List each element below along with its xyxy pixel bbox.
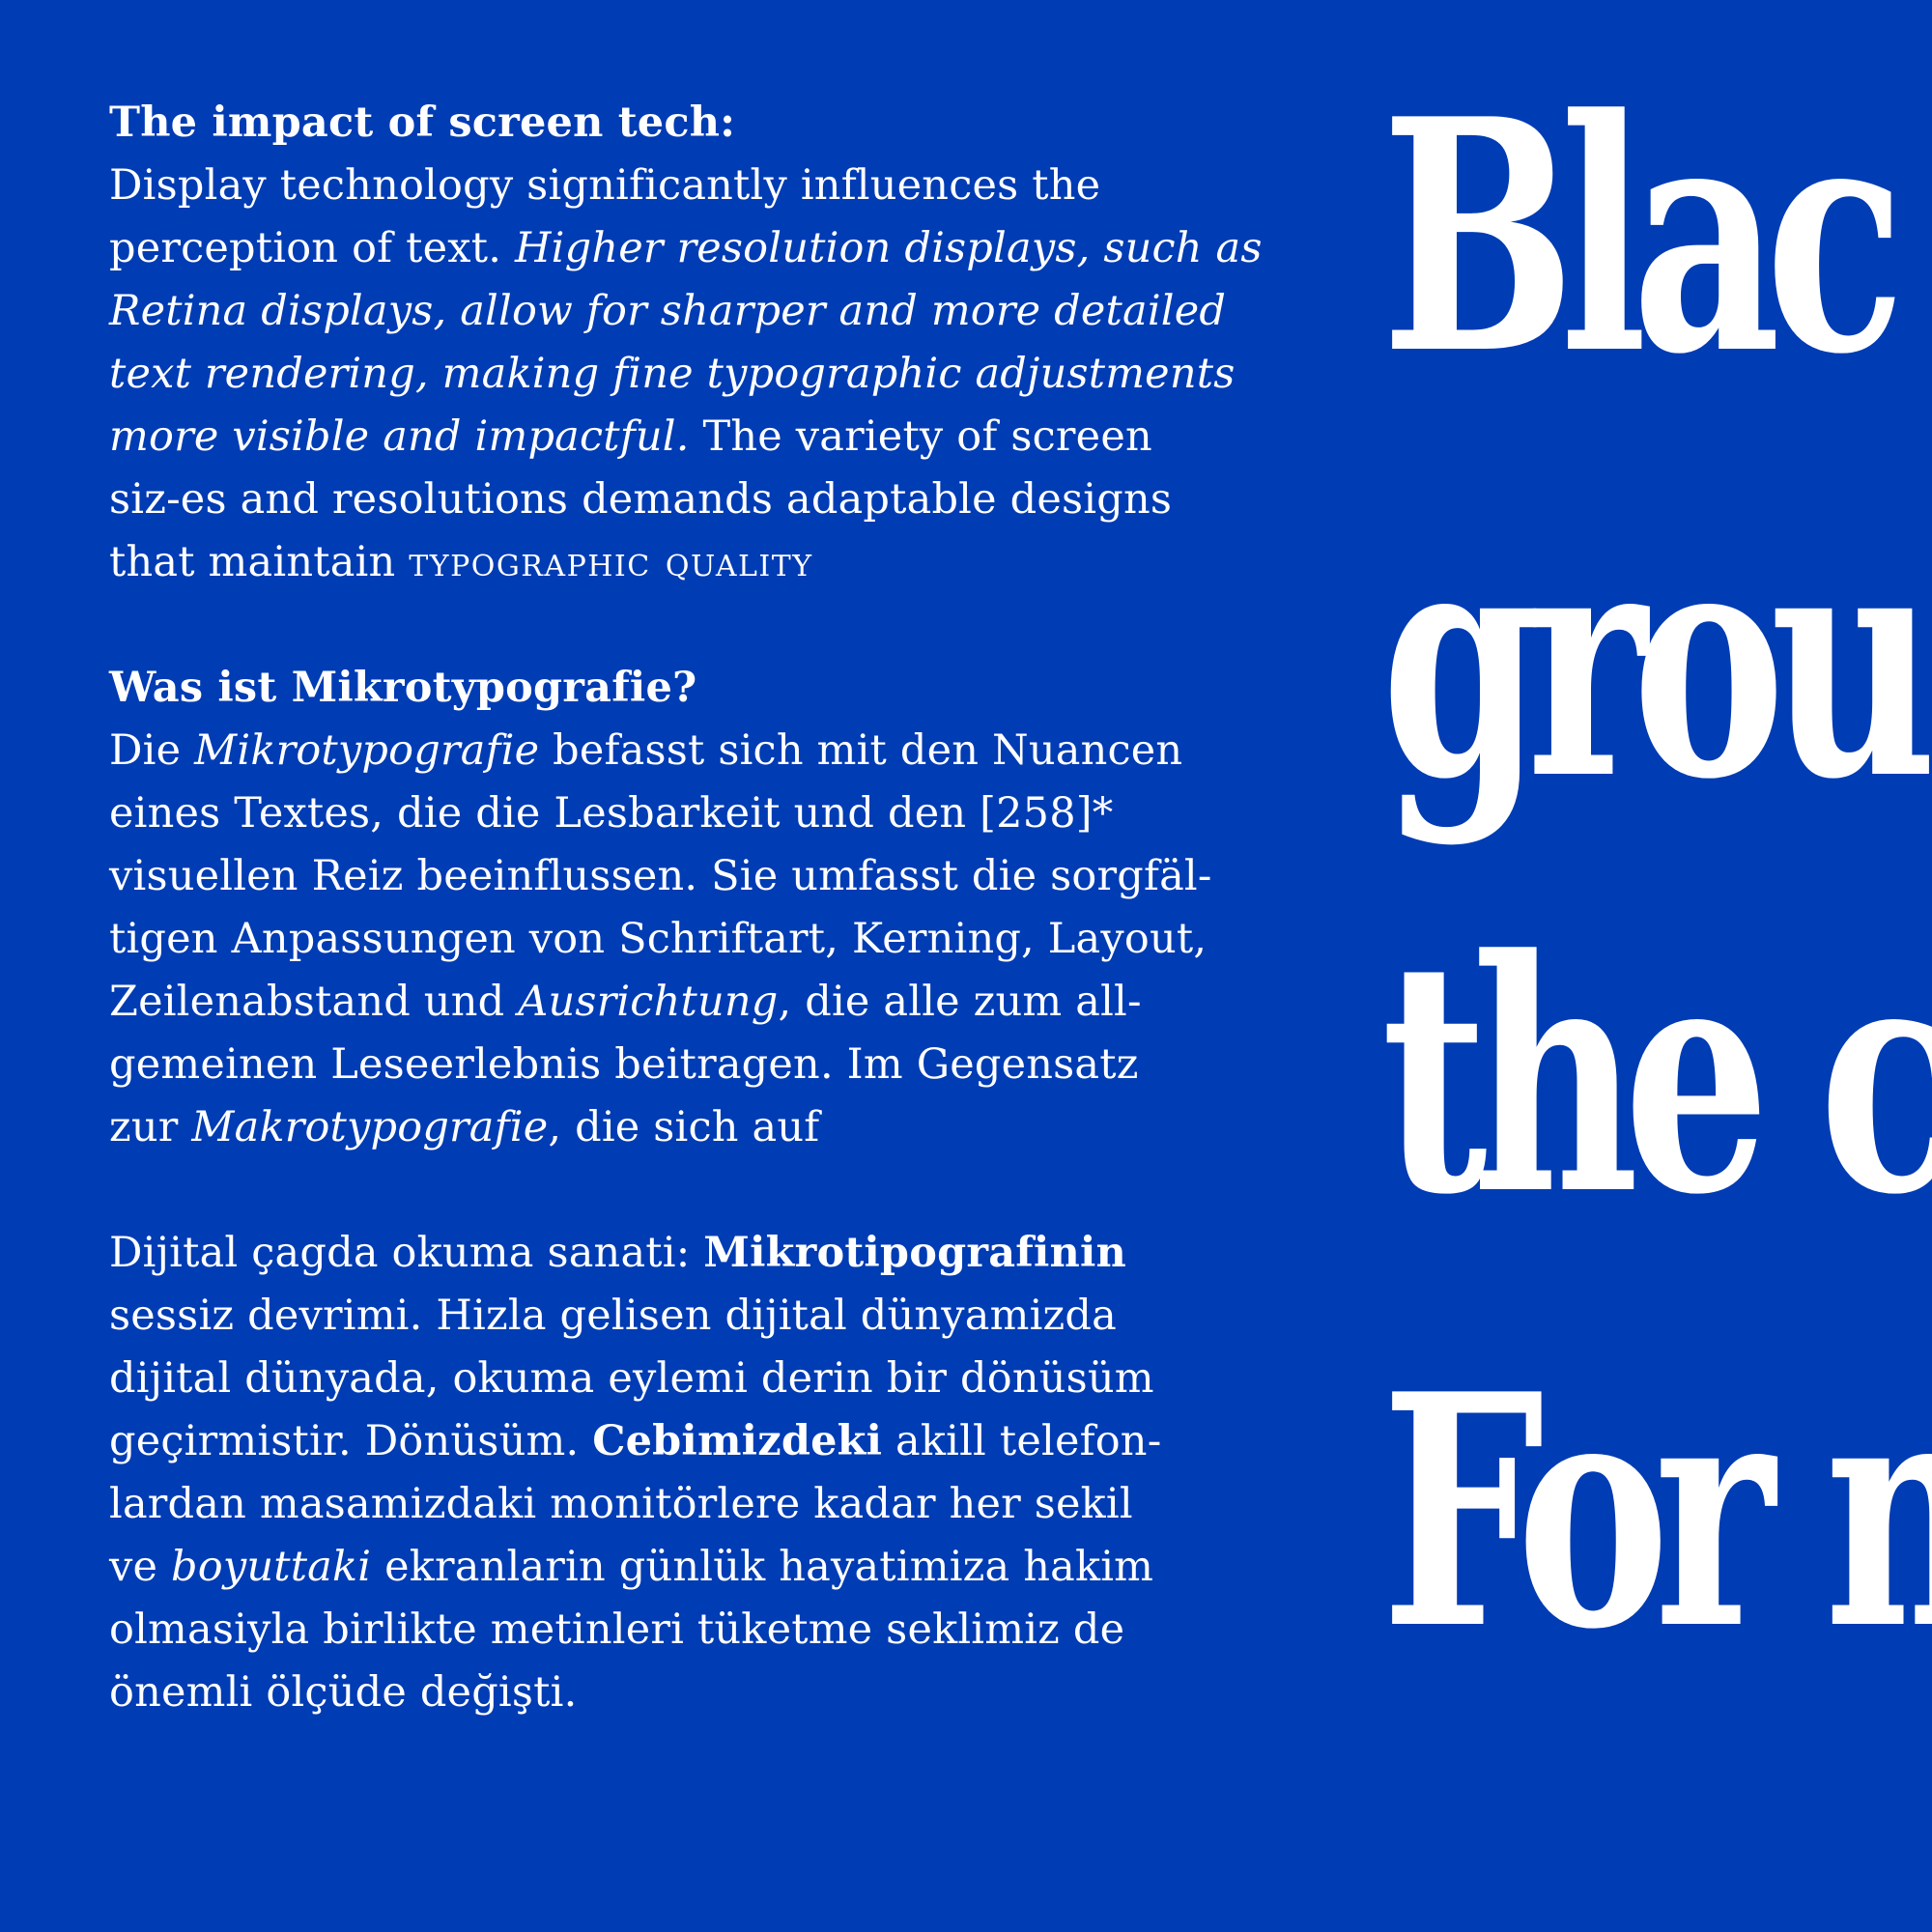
text-line: Display technology significantly influen…	[109, 155, 1288, 217]
text-line: Dijital çagda okuma sanati: Mikrotipogra…	[109, 1222, 1288, 1285]
text-line: geçirmistir. Dönüsüm. Cebimizdeki akill …	[109, 1410, 1288, 1473]
italic-run: Ausrichtung	[518, 978, 779, 1026]
text-run: ve	[109, 1543, 172, 1591]
text-run: sessiz devrimi. Hizla gelisen dijital dü…	[109, 1292, 1117, 1340]
section-mikrotypografie: Was ist Mikrotypografie? Die Mikrotypogr…	[109, 657, 1288, 1159]
text-run: Die	[109, 726, 195, 775]
text-run: gemeinen Leseerlebnis beitragen. Im Gege…	[109, 1040, 1139, 1089]
display-word: Blac	[1381, 49, 1905, 424]
text-run: that maintain	[109, 538, 410, 586]
text-run: olmasiyla birlikte metinleri tüketme sek…	[109, 1605, 1125, 1654]
italic-run: more visible and impactful.	[109, 412, 690, 461]
text-run: eines Textes, die die Lesbarkeit und den…	[109, 789, 1114, 838]
italic-run: Retina displays, allow for sharper and m…	[109, 287, 1227, 335]
section-body: Dijital çagda okuma sanati: Mikrotipogra…	[109, 1222, 1288, 1724]
text-run: ekranlarin günlük hayatimiza hakim	[371, 1543, 1154, 1591]
italic-run: text rendering, making fine typographic …	[109, 350, 1236, 398]
bold-run: Mikrotipografinin	[703, 1229, 1126, 1277]
specimen-page: The impact of screen tech: Display techn…	[0, 0, 1932, 1932]
text-line: lardan masamizdaki monitörlere kadar her…	[109, 1473, 1288, 1536]
text-line: perception of text. Higher resolution di…	[109, 217, 1288, 280]
smallcaps-run: TYPOGRAPHIC QUALITY	[409, 538, 813, 586]
text-line: dijital dünyada, okuma eylemi derin bir …	[109, 1348, 1288, 1410]
section-body: Display technology significantly influen…	[109, 155, 1288, 594]
text-line: eines Textes, die die Lesbarkeit und den…	[109, 782, 1288, 845]
text-run: akill telefon-	[882, 1417, 1162, 1465]
text-run: , die alle zum all-	[778, 978, 1142, 1026]
text-run: befasst sich mit den Nuancen	[539, 726, 1183, 775]
text-line: that maintain TYPOGRAPHIC QUALITY	[109, 531, 1288, 594]
text-run: The variety of screen	[689, 412, 1152, 461]
italic-run: boyuttaki	[171, 1543, 372, 1591]
italic-run: Higher resolution displays, such as	[514, 224, 1263, 272]
text-line: önemli ölçüde değişti.	[109, 1662, 1288, 1724]
display-word: grou	[1381, 474, 1932, 849]
text-run: siz-es and resolutions demands adaptable…	[109, 475, 1173, 524]
text-line: text rendering, making fine typographic …	[109, 343, 1288, 406]
section-screen-tech: The impact of screen tech: Display techn…	[109, 92, 1288, 594]
text-line: zur Makrotypografie, die sich auf	[109, 1096, 1288, 1159]
italic-run: Mikrotypografie	[194, 726, 540, 775]
text-run: , die sich auf	[548, 1103, 820, 1151]
text-line: olmasiyla birlikte metinleri tüketme sek…	[109, 1599, 1288, 1662]
display-word: For n	[1381, 1324, 1932, 1699]
text-line: more visible and impactful. The variety …	[109, 406, 1288, 469]
text-line: siz-es and resolutions demands adaptable…	[109, 469, 1288, 531]
text-line: Retina displays, allow for sharper and m…	[109, 280, 1288, 343]
text-line: visuellen Reiz beeinflussen. Sie umfasst…	[109, 845, 1288, 908]
text-run: perception of text.	[109, 224, 515, 272]
text-line: sessiz devrimi. Hizla gelisen dijital dü…	[109, 1285, 1288, 1348]
text-run: visuellen Reiz beeinflussen. Sie umfasst…	[109, 852, 1212, 900]
display-word: the c	[1381, 890, 1932, 1264]
text-run: zur	[109, 1103, 192, 1151]
text-run: Dijital çagda okuma sanati:	[109, 1229, 704, 1277]
text-line: gemeinen Leseerlebnis beitragen. Im Gege…	[109, 1034, 1288, 1096]
text-run: geçirmistir. Dönüsüm.	[109, 1417, 593, 1465]
text-line: ve boyuttaki ekranlarin günlük hayatimiz…	[109, 1536, 1288, 1599]
text-run: Zeilenabstand und	[109, 978, 519, 1026]
text-line: tigen Anpassungen von Schriftart, Kernin…	[109, 908, 1288, 971]
text-line: Die Mikrotypografie befasst sich mit den…	[109, 720, 1288, 782]
text-run: lardan masamizdaki monitörlere kadar her…	[109, 1480, 1133, 1528]
text-run: tigen Anpassungen von Schriftart, Kernin…	[109, 915, 1208, 963]
section-heading: Was ist Mikrotypografie?	[109, 664, 697, 712]
text-run: Display technology significantly influen…	[109, 161, 1101, 210]
italic-run: Makrotypografie	[191, 1103, 549, 1151]
section-heading: The impact of screen tech:	[109, 99, 736, 147]
text-column: The impact of screen tech: Display techn…	[109, 92, 1288, 1724]
section-mikrotipografi: Dijital çagda okuma sanati: Mikrotipogra…	[109, 1222, 1288, 1724]
bold-run: Cebimizdeki	[592, 1417, 883, 1465]
text-run: dijital dünyada, okuma eylemi derin bir …	[109, 1354, 1154, 1403]
text-line: Zeilenabstand und Ausrichtung, die alle …	[109, 971, 1288, 1034]
section-body: Die Mikrotypografie befasst sich mit den…	[109, 720, 1288, 1159]
display-type-column: Blac grou the c For n	[1372, 0, 1932, 1932]
text-run: önemli ölçüde değişti.	[109, 1668, 578, 1717]
